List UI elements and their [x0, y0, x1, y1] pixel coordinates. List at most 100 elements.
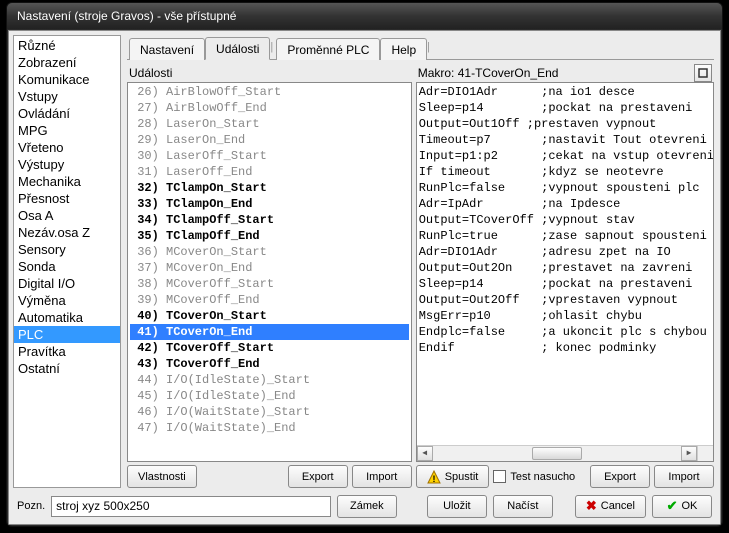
scroll-left-arrow[interactable]: ◀	[417, 446, 433, 461]
sidebar-item-osa a[interactable]: Osa A	[14, 207, 120, 224]
event-row[interactable]: 37) MCoverOn_End	[130, 260, 409, 276]
ok-button[interactable]: ✔ OK	[652, 495, 712, 518]
macro-line[interactable]: Adr=IpAdr ;na Ipdesce	[419, 196, 711, 212]
dryrun-checkbox[interactable]	[493, 470, 506, 483]
sidebar-item-sensory[interactable]: Sensory	[14, 241, 120, 258]
macro-h-scrollbar[interactable]: ◀ ▶	[417, 445, 697, 461]
event-row[interactable]: 31) LaserOff_End	[130, 164, 409, 180]
window-titlebar: Nastavení (stroje Gravos) - vše přístupn…	[7, 3, 722, 29]
cancel-button[interactable]: ✖ Cancel	[575, 495, 646, 518]
event-row[interactable]: 40) TCoverOn_Start	[130, 308, 409, 324]
event-row[interactable]: 36) MCoverOn_Start	[130, 244, 409, 260]
macro-maximize-button[interactable]	[694, 64, 712, 82]
macro-line[interactable]: Output=Out1Off ;prestaven vypnout	[419, 116, 711, 132]
scroll-track[interactable]	[433, 446, 681, 461]
load-button[interactable]: Načíst	[493, 495, 553, 518]
sidebar-item-automatika[interactable]: Automatika	[14, 309, 120, 326]
macro-line[interactable]: If timeout ;kdyz se neotevre	[419, 164, 711, 180]
dryrun-label: Test nasucho	[510, 471, 575, 483]
scroll-right-arrow[interactable]: ▶	[681, 446, 697, 461]
macro-line[interactable]: Output=Out2Off ;vprestaven vypnout	[419, 292, 711, 308]
scroll-thumb[interactable]	[532, 447, 582, 460]
macro-line[interactable]: Endif ; konec podminky	[419, 340, 711, 356]
events-properties-button[interactable]: Vlastnosti	[127, 465, 197, 488]
event-row[interactable]: 45) I/O(IdleState)_End	[130, 388, 409, 404]
event-row[interactable]: 42) TCoverOff_Start	[130, 340, 409, 356]
macro-line[interactable]: Adr=DIO1Adr ;na io1 desce	[419, 84, 711, 100]
macro-line[interactable]: Adr=DIO1Adr ;adresu zpet na IO	[419, 244, 711, 260]
tab-help[interactable]: Help	[380, 38, 427, 60]
sidebar-item-plc[interactable]: PLC	[14, 326, 120, 343]
maximize-icon	[698, 68, 708, 78]
event-row[interactable]: 27) AirBlowOff_End	[130, 100, 409, 116]
tab-nastavení[interactable]: Nastavení	[129, 38, 205, 60]
dialog-footer: Pozn. Zámek Uložit Načíst ✖ Cancel ✔ OK	[9, 488, 720, 524]
sidebar-item-mechanika[interactable]: Mechanika	[14, 173, 120, 190]
event-row[interactable]: 35) TClampOff_End	[130, 228, 409, 244]
events-import-button[interactable]: Import	[352, 465, 412, 488]
sidebar-item-zobrazení[interactable]: Zobrazení	[14, 54, 120, 71]
events-header: Události	[129, 66, 172, 80]
macro-line[interactable]: Timeout=p7 ;nastavit Tout otevreni	[419, 132, 711, 148]
sidebar-item-digital i/o[interactable]: Digital I/O	[14, 275, 120, 292]
sidebar-item-pravítka[interactable]: Pravítka	[14, 343, 120, 360]
macro-export-button[interactable]: Export	[590, 465, 650, 488]
macro-line[interactable]: Input=p1:p2 ;cekat na vstup otevreni	[419, 148, 711, 164]
save-button[interactable]: Uložit	[427, 495, 487, 518]
svg-text:!: !	[432, 474, 435, 484]
macro-code[interactable]: Adr=DIO1Adr ;na io1 desceSleep=p14 ;pock…	[416, 82, 714, 462]
cancel-icon: ✖	[586, 498, 597, 514]
events-export-button[interactable]: Export	[288, 465, 348, 488]
macro-import-button[interactable]: Import	[654, 465, 714, 488]
event-row[interactable]: 26) AirBlowOff_Start	[130, 84, 409, 100]
macro-line[interactable]: Endplc=false ;a ukoncit plc s chybou	[419, 324, 711, 340]
tab-strip: NastaveníUdálosti|Proměnné PLCHelp|	[127, 35, 714, 59]
sidebar-item-sonda[interactable]: Sonda	[14, 258, 120, 275]
scroll-corner	[697, 445, 713, 461]
sidebar-item-ostatní[interactable]: Ostatní	[14, 360, 120, 377]
macro-line[interactable]: Output=TCoverOff ;vypnout stav	[419, 212, 711, 228]
settings-sidebar[interactable]: RůznéZobrazeníKomunikaceVstupyOvládáníMP…	[13, 35, 121, 488]
sidebar-item-výměna[interactable]: Výměna	[14, 292, 120, 309]
event-row[interactable]: 28) LaserOn_Start	[130, 116, 409, 132]
macro-run-button[interactable]: ! Spustit	[416, 465, 490, 488]
sidebar-item-různé[interactable]: Různé	[14, 37, 120, 54]
sidebar-item-přesnost[interactable]: Přesnost	[14, 190, 120, 207]
sidebar-item-nezáv.osa z[interactable]: Nezáv.osa Z	[14, 224, 120, 241]
event-row[interactable]: 38) MCoverOff_Start	[130, 276, 409, 292]
macro-line[interactable]: RunPlc=true ;zase sapnout spousteni	[419, 228, 711, 244]
warning-icon: !	[427, 470, 441, 484]
tab-události[interactable]: Události	[205, 37, 270, 60]
ok-icon: ✔	[667, 498, 678, 514]
macro-line[interactable]: Output=Out2On ;prestavet na zavreni	[419, 260, 711, 276]
event-row[interactable]: 41) TCoverOn_End	[130, 324, 409, 340]
sidebar-item-mpg[interactable]: MPG	[14, 122, 120, 139]
event-row[interactable]: 46) I/O(WaitState)_Start	[130, 404, 409, 420]
window-title: Nastavení (stroje Gravos) - vše přístupn…	[17, 9, 236, 23]
sidebar-item-vřeteno[interactable]: Vřeteno	[14, 139, 120, 156]
macro-line[interactable]: Sleep=p14 ;pockat na prestaveni	[419, 276, 711, 292]
tab-proměnné plc[interactable]: Proměnné PLC	[276, 38, 380, 60]
sidebar-item-výstupy[interactable]: Výstupy	[14, 156, 120, 173]
sidebar-item-komunikace[interactable]: Komunikace	[14, 71, 120, 88]
event-row[interactable]: 34) TClampOff_Start	[130, 212, 409, 228]
event-row[interactable]: 39) MCoverOff_End	[130, 292, 409, 308]
event-row[interactable]: 29) LaserOn_End	[130, 132, 409, 148]
sidebar-item-vstupy[interactable]: Vstupy	[14, 88, 120, 105]
tab-separator: |	[427, 41, 433, 53]
macro-header: Makro: 41-TCoverOn_End	[418, 66, 559, 80]
note-label: Pozn.	[17, 500, 45, 512]
sidebar-item-ovládání[interactable]: Ovládání	[14, 105, 120, 122]
macro-line[interactable]: MsgErr=p10 ;ohlasit chybu	[419, 308, 711, 324]
macro-line[interactable]: RunPlc=false ;vypnout spousteni plc	[419, 180, 711, 196]
event-row[interactable]: 33) TClampOn_End	[130, 196, 409, 212]
lock-button[interactable]: Zámek	[337, 495, 397, 518]
event-row[interactable]: 44) I/O(IdleState)_Start	[130, 372, 409, 388]
event-row[interactable]: 47) I/O(WaitState)_End	[130, 420, 409, 436]
event-row[interactable]: 30) LaserOff_Start	[130, 148, 409, 164]
event-row[interactable]: 43) TCoverOff_End	[130, 356, 409, 372]
event-row[interactable]: 32) TClampOn_Start	[130, 180, 409, 196]
macro-line[interactable]: Sleep=p14 ;pockat na prestaveni	[419, 100, 711, 116]
note-input[interactable]	[51, 496, 331, 517]
events-list[interactable]: 26) AirBlowOff_Start 27) AirBlowOff_End …	[127, 82, 412, 462]
